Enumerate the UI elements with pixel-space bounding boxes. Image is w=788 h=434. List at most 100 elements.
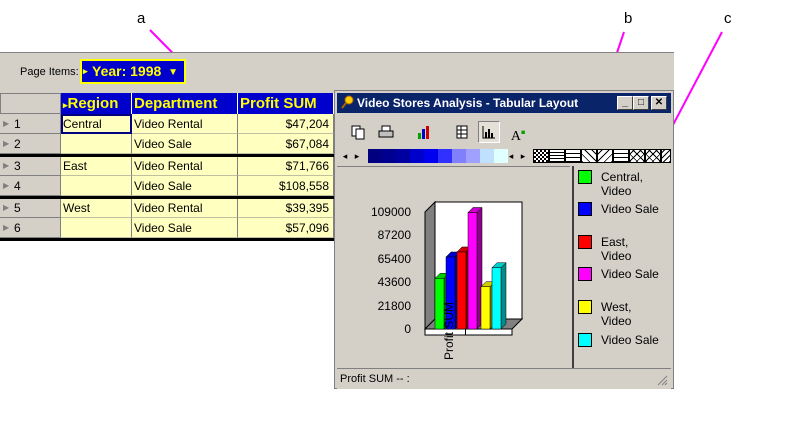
- cell-profit[interactable]: $71,766: [238, 156, 334, 176]
- legend-item-label: West, Video: [601, 300, 631, 328]
- pattern-swatch[interactable]: [533, 149, 549, 163]
- row-header[interactable]: ▶ 2: [0, 134, 61, 154]
- copy-icon: [351, 125, 365, 140]
- pattern-swatch[interactable]: [597, 149, 613, 163]
- legend-item-label: Video Sale: [601, 267, 659, 281]
- row-header[interactable]: ▶ 1: [0, 114, 61, 134]
- row-number: 1: [14, 117, 21, 131]
- pattern-swatch[interactable]: [565, 149, 581, 163]
- legend-line-2: Video: [601, 314, 632, 328]
- cell-region[interactable]: [61, 218, 132, 238]
- legend-swatch: [578, 235, 592, 249]
- legend-item-label: Central, Video: [601, 170, 643, 198]
- x-axis-label: Profit SUM: [442, 302, 456, 360]
- column-header-department[interactable]: Department: [132, 93, 238, 114]
- cell-region[interactable]: East: [61, 156, 132, 176]
- year-value: Year: 1998: [92, 63, 162, 79]
- cell-profit[interactable]: $108,558: [238, 176, 334, 196]
- row-number: 3: [14, 159, 21, 173]
- column-header-label: Region: [67, 95, 119, 112]
- graph-button[interactable]: [478, 121, 500, 143]
- year-page-item-dropdown[interactable]: ▸ Year: 1998 ▼: [80, 59, 186, 84]
- pattern-swatch[interactable]: [581, 149, 597, 163]
- legend-swatch: [578, 267, 592, 281]
- color-swatch[interactable]: [480, 149, 494, 163]
- column-header-label: Department: [134, 95, 218, 112]
- chart-type-icon: [418, 126, 429, 139]
- cell-region[interactable]: Central: [61, 114, 132, 134]
- cell-region[interactable]: [61, 176, 132, 196]
- row-header[interactable]: ▶ 5: [0, 198, 61, 218]
- pattern-swatch[interactable]: [549, 149, 565, 163]
- row-header[interactable]: ▶ 3: [0, 156, 61, 176]
- legend-line-1: Video Sale: [601, 202, 659, 216]
- legend-line-2: Video: [601, 184, 632, 198]
- pattern-swatch[interactable]: [629, 149, 645, 163]
- scroll-left-arrow[interactable]: ◂: [340, 150, 350, 162]
- table-icon: [456, 125, 468, 139]
- minimize-button[interactable]: _: [617, 96, 633, 110]
- pattern-scroll-right-arrow[interactable]: ▸: [518, 150, 528, 162]
- resize-grip-icon[interactable]: [656, 374, 668, 386]
- color-swatch[interactable]: [396, 149, 410, 163]
- copy-button[interactable]: [347, 121, 369, 143]
- maximize-button[interactable]: □: [633, 96, 649, 110]
- chart-type-button[interactable]: [413, 121, 435, 143]
- color-swatch[interactable]: [368, 149, 382, 163]
- cell-department[interactable]: Video Rental: [132, 114, 238, 134]
- chart-floor-edge: [424, 328, 513, 336]
- cell-profit[interactable]: $67,084: [238, 134, 334, 154]
- column-header-region[interactable]: ▸Region: [61, 93, 132, 114]
- color-swatch[interactable]: [452, 149, 466, 163]
- print-icon: [378, 125, 394, 138]
- cell-profit[interactable]: $47,204: [238, 114, 334, 134]
- pattern-scroll-left-arrow[interactable]: ◂: [506, 150, 516, 162]
- cell-department[interactable]: Video Rental: [132, 198, 238, 218]
- print-button[interactable]: [375, 121, 397, 143]
- pattern-swatch[interactable]: [661, 149, 671, 163]
- close-button[interactable]: ✕: [651, 96, 667, 110]
- column-header-profit-sum[interactable]: Profit SUM: [238, 93, 334, 114]
- row-marker-icon: ▶: [3, 203, 10, 212]
- legend-line-1: Video Sale: [601, 267, 659, 281]
- color-swatch[interactable]: [410, 149, 424, 163]
- chevron-down-icon: ▼: [168, 67, 178, 78]
- grid-corner: [0, 93, 61, 114]
- cell-department[interactable]: Video Rental: [132, 156, 238, 176]
- table-button[interactable]: [451, 121, 473, 143]
- row-marker-icon: ▶: [3, 119, 10, 128]
- cell-profit[interactable]: $57,096: [238, 218, 334, 238]
- row-number: 4: [14, 179, 21, 193]
- legend-line-2: Video: [601, 249, 632, 263]
- status-bar: Profit SUM -- :: [337, 368, 671, 389]
- close-icon: ✕: [654, 97, 664, 108]
- graph-icon: [482, 126, 495, 139]
- pattern-swatch[interactable]: [645, 149, 661, 163]
- chart-side-wall: [424, 200, 436, 331]
- color-swatch[interactable]: [438, 149, 452, 163]
- cell-department[interactable]: Video Sale: [132, 218, 238, 238]
- color-swatch[interactable]: [382, 149, 396, 163]
- bar-chart: Profit SUM: [423, 200, 524, 360]
- scroll-right-arrow[interactable]: ▸: [352, 150, 362, 162]
- cell-profit[interactable]: $39,395: [238, 198, 334, 218]
- color-swatch[interactable]: [424, 149, 438, 163]
- cell-region[interactable]: [61, 134, 132, 154]
- font-button[interactable]: A■: [507, 121, 529, 144]
- bar: [480, 286, 491, 330]
- cell-department[interactable]: Video Sale: [132, 176, 238, 196]
- legend-line-1: East,: [601, 235, 629, 249]
- row-number: 5: [14, 201, 21, 215]
- row-header[interactable]: ▶ 4: [0, 176, 61, 196]
- color-swatch[interactable]: [466, 149, 480, 163]
- row-number: 6: [14, 221, 21, 235]
- chart-window-titlebar[interactable]: Video Stores Analysis - Tabular Layout _…: [337, 93, 671, 113]
- row-header[interactable]: ▶ 6: [0, 218, 61, 238]
- cell-region[interactable]: West: [61, 198, 132, 218]
- cell-department[interactable]: Video Sale: [132, 134, 238, 154]
- column-header-label: Profit SUM: [240, 95, 317, 112]
- x-axis-label-group: Profit SUM: [442, 302, 456, 360]
- group-separator: [0, 196, 334, 199]
- pattern-swatch[interactable]: [613, 149, 629, 163]
- legend-item-label: Video Sale: [601, 202, 659, 216]
